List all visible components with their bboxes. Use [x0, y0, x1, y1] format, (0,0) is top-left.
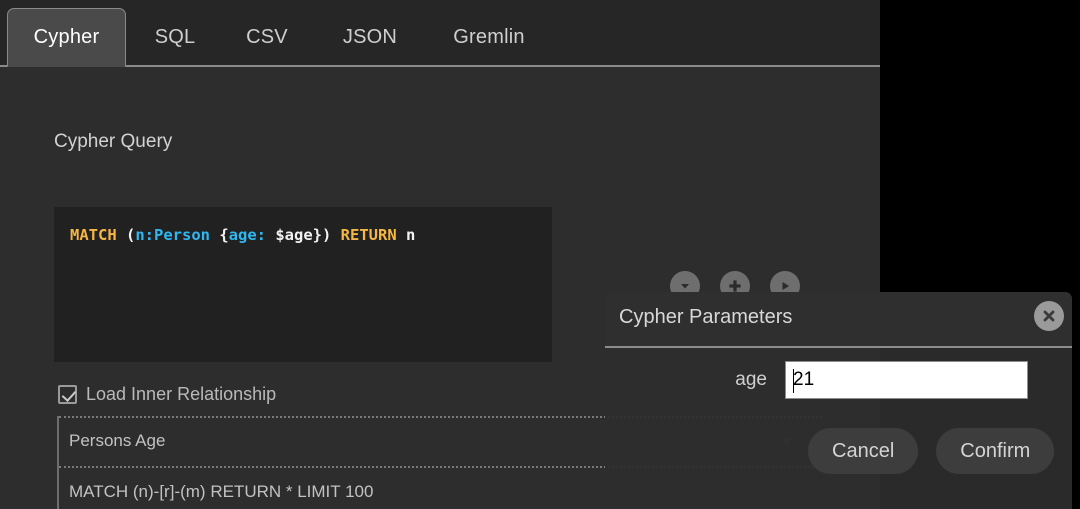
- code-token-keyword: MATCH: [70, 226, 117, 244]
- tab-sql-label: SQL: [154, 26, 196, 48]
- page-title: Cypher Query: [54, 131, 173, 152]
- tab-csv-label: CSV: [246, 26, 288, 48]
- code-token-ident: age:: [228, 226, 266, 244]
- code-token-plain: {: [210, 226, 229, 244]
- cypher-parameters-dialog: Cypher Parameters age Cancel Confirm: [605, 292, 1072, 509]
- tab-sql[interactable]: SQL: [140, 8, 210, 67]
- code-token-plain: (: [116, 226, 136, 244]
- dialog-divider: [605, 346, 1072, 348]
- parameter-row-age: age: [605, 354, 1072, 406]
- load-inner-relationship-label: Load Inner Relationship: [86, 384, 277, 404]
- screen: Cypher SQL CSV JSON Gremlin Cypher Query…: [0, 0, 1080, 509]
- dialog-title: Cypher Parameters: [619, 306, 793, 328]
- tab-gremlin-label: Gremlin: [453, 26, 525, 48]
- code-token-ident: n:Person: [135, 226, 210, 244]
- tab-cypher[interactable]: Cypher: [7, 8, 126, 67]
- tab-gremlin[interactable]: Gremlin: [437, 8, 541, 67]
- tab-csv[interactable]: CSV: [232, 8, 302, 67]
- parameter-label: age: [735, 369, 767, 390]
- saved-query-title: Persons Age: [69, 431, 166, 450]
- dialog-header: Cypher Parameters: [605, 292, 1072, 346]
- cypher-query-editor[interactable]: MATCH (n:Person {age: $age}) RETURN n: [54, 207, 552, 362]
- checkbox-check-icon: [58, 385, 77, 404]
- dialog-actions: Cancel Confirm: [605, 420, 1072, 482]
- cancel-button[interactable]: Cancel: [808, 428, 919, 474]
- code-token-plain: n: [396, 226, 416, 244]
- tab-json-label: JSON: [342, 26, 398, 48]
- code-token-plain: $age}): [266, 226, 341, 244]
- code-token-keyword: RETURN: [340, 226, 397, 244]
- tab-bar-underline: [0, 65, 880, 67]
- parameter-value-input[interactable]: [785, 361, 1028, 399]
- tab-json[interactable]: JSON: [327, 8, 413, 67]
- tab-cypher-label: Cypher: [33, 26, 100, 48]
- close-icon[interactable]: [1034, 301, 1064, 331]
- tab-bar: Cypher SQL CSV JSON Gremlin: [0, 0, 880, 67]
- confirm-button[interactable]: Confirm: [936, 428, 1055, 474]
- cypher-query-text: MATCH (n:Person {age: $age}) RETURN n: [70, 225, 536, 245]
- saved-query-title: MATCH (n)-[r]-(m) RETURN * LIMIT 100: [69, 482, 374, 501]
- load-inner-relationship-checkbox[interactable]: Load Inner Relationship: [58, 384, 276, 405]
- text-cursor: [793, 369, 794, 393]
